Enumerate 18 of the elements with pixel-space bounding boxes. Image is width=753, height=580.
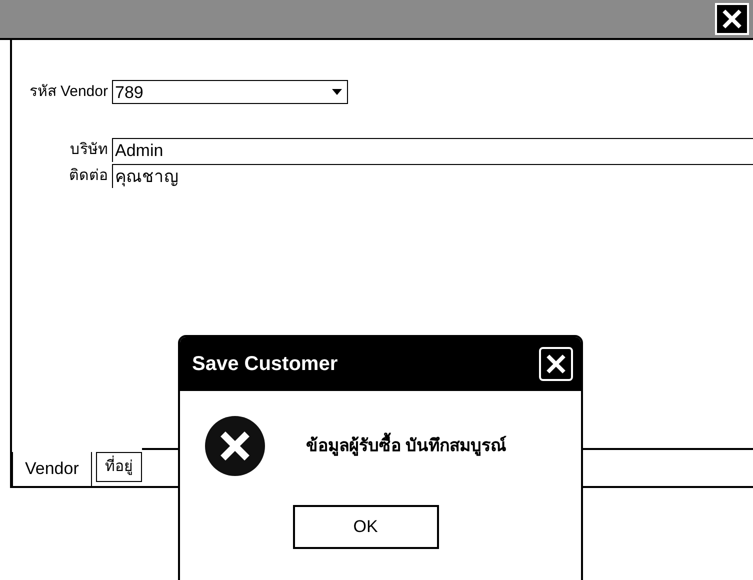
- dialog-close-button[interactable]: [539, 347, 573, 381]
- field-label: ติดต่อ: [68, 166, 109, 186]
- dropdown-value: 789: [115, 84, 144, 100]
- dropdown-arrow-icon: [331, 88, 343, 96]
- ok-button[interactable]: OK: [292, 505, 438, 549]
- tab[interactable]: Vendor: [12, 452, 92, 486]
- close-button[interactable]: [715, 3, 749, 35]
- error-icon: [204, 415, 266, 477]
- field-label: รหัส Vendor: [28, 82, 109, 102]
- dialog-title: Save Customer: [192, 352, 338, 377]
- close-icon: [721, 8, 743, 30]
- text-field[interactable]: Admin: [112, 138, 753, 162]
- tab[interactable]: ที่อยู่: [96, 452, 142, 482]
- text-field[interactable]: คุณชาญ: [112, 164, 753, 188]
- close-icon: [545, 353, 567, 375]
- vendor-dropdown[interactable]: 789: [112, 80, 348, 104]
- dialog-message: ข้อมูลผู้รับซื้อ บันทึกสมบูรณ์: [306, 433, 507, 459]
- field-label: บริษัท: [69, 140, 109, 160]
